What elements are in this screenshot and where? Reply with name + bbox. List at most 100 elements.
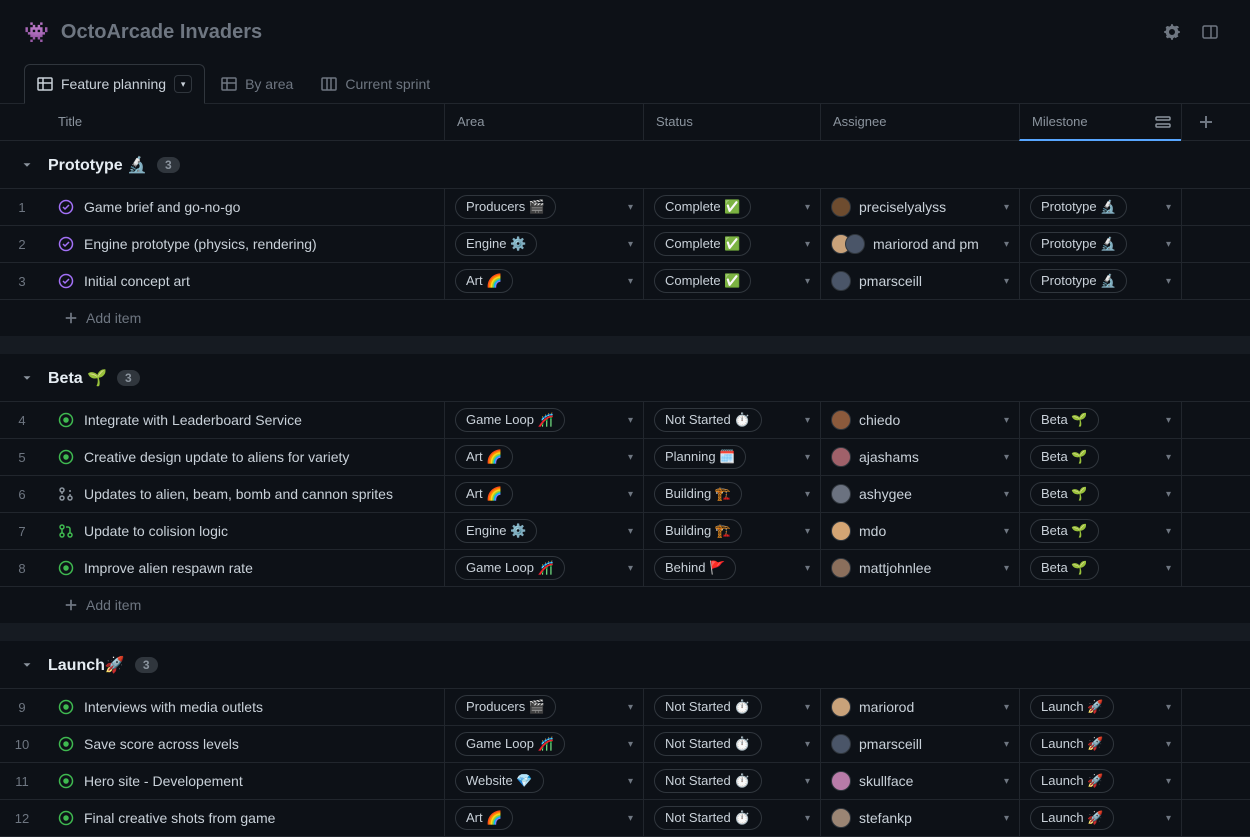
- assignee-cell[interactable]: ashygee ▾: [820, 476, 1019, 512]
- status-cell[interactable]: Not Started ⏱️ ▾: [643, 763, 820, 799]
- row-title-cell[interactable]: Initial concept art: [44, 263, 444, 299]
- table-row[interactable]: 11 Hero site - Developement Website 💎 ▾ …: [0, 762, 1250, 800]
- column-status[interactable]: Status: [643, 104, 820, 140]
- assignee-cell[interactable]: pmarsceill ▾: [820, 726, 1019, 762]
- milestone-cell[interactable]: Prototype 🔬 ▾: [1019, 189, 1181, 225]
- area-cell[interactable]: Engine ⚙️ ▾: [444, 513, 643, 549]
- add-column-button[interactable]: [1181, 104, 1229, 140]
- milestone-cell[interactable]: Launch 🚀 ▾: [1019, 726, 1181, 762]
- assignee-cell[interactable]: chiedo ▾: [820, 402, 1019, 438]
- row-title-cell[interactable]: Save score across levels: [44, 726, 444, 762]
- tab-by-area[interactable]: By area: [209, 64, 305, 103]
- area-cell[interactable]: Art 🌈 ▾: [444, 263, 643, 299]
- area-cell[interactable]: Engine ⚙️ ▾: [444, 226, 643, 262]
- milestone-cell[interactable]: Launch 🚀 ▾: [1019, 763, 1181, 799]
- table-row[interactable]: 5 Creative design update to aliens for v…: [0, 438, 1250, 476]
- tab-feature-planning[interactable]: Feature planning ▾: [24, 64, 205, 104]
- milestone-cell[interactable]: Beta 🌱 ▾: [1019, 550, 1181, 586]
- milestone-cell[interactable]: Prototype 🔬 ▾: [1019, 226, 1181, 262]
- assignee-cell[interactable]: mariorod ▾: [820, 689, 1019, 725]
- chevron-down-icon[interactable]: [20, 371, 38, 385]
- table-row[interactable]: 9 Interviews with media outlets Producer…: [0, 688, 1250, 726]
- table-row[interactable]: 4 Integrate with Leaderboard Service Gam…: [0, 401, 1250, 439]
- assignee-cell[interactable]: skullface ▾: [820, 763, 1019, 799]
- milestone-cell[interactable]: Launch 🚀 ▾: [1019, 689, 1181, 725]
- area-cell[interactable]: Producers 🎬 ▾: [444, 689, 643, 725]
- row-title-cell[interactable]: Final creative shots from game: [44, 800, 444, 836]
- area-cell[interactable]: Game Loop 🎢 ▾: [444, 402, 643, 438]
- row-title-cell[interactable]: Creative design update to aliens for var…: [44, 439, 444, 475]
- assignee-cell[interactable]: ajashams ▾: [820, 439, 1019, 475]
- chevron-down-icon[interactable]: [20, 158, 38, 172]
- settings-button[interactable]: [1156, 16, 1188, 48]
- row-title-cell[interactable]: Game brief and go-no-go: [44, 189, 444, 225]
- area-cell[interactable]: Game Loop 🎢 ▾: [444, 550, 643, 586]
- column-assignee[interactable]: Assignee: [820, 104, 1019, 140]
- milestone-cell[interactable]: Beta 🌱 ▾: [1019, 402, 1181, 438]
- area-pill: Engine ⚙️: [455, 519, 537, 543]
- panel-button[interactable]: [1194, 16, 1226, 48]
- assignee-cell[interactable]: mariorod and pm ▾: [820, 226, 1019, 262]
- row-title: Hero site - Developement: [84, 773, 243, 789]
- column-area[interactable]: Area: [444, 104, 643, 140]
- status-cell[interactable]: Behind 🚩 ▾: [643, 550, 820, 586]
- status-pill: Building 🏗️: [654, 482, 742, 506]
- area-cell[interactable]: Art 🌈 ▾: [444, 800, 643, 836]
- status-cell[interactable]: Not Started ⏱️ ▾: [643, 689, 820, 725]
- milestone-cell[interactable]: Prototype 🔬 ▾: [1019, 263, 1181, 299]
- board-icon: [321, 76, 337, 92]
- row-title-cell[interactable]: Hero site - Developement: [44, 763, 444, 799]
- extra-cell: [1181, 800, 1250, 836]
- caret-down-icon: ▾: [1166, 813, 1171, 824]
- milestone-cell[interactable]: Launch 🚀 ▾: [1019, 800, 1181, 836]
- table-row[interactable]: 3 Initial concept art Art 🌈 ▾ Complete ✅…: [0, 262, 1250, 300]
- status-cell[interactable]: Not Started ⏱️ ▾: [643, 726, 820, 762]
- table-row[interactable]: 2 Engine prototype (physics, rendering) …: [0, 225, 1250, 263]
- area-cell[interactable]: Art 🌈 ▾: [444, 476, 643, 512]
- tab-current-sprint[interactable]: Current sprint: [309, 64, 442, 103]
- caret-down-icon: ▾: [805, 563, 810, 574]
- table-row[interactable]: 7 Update to colision logic Engine ⚙️ ▾ B…: [0, 512, 1250, 550]
- area-cell[interactable]: Producers 🎬 ▾: [444, 189, 643, 225]
- chevron-down-icon[interactable]: [20, 658, 38, 672]
- row-title-cell[interactable]: Improve alien respawn rate: [44, 550, 444, 586]
- row-title-cell[interactable]: Engine prototype (physics, rendering): [44, 226, 444, 262]
- status-pill: Complete ✅: [654, 195, 751, 219]
- milestone-cell[interactable]: Beta 🌱 ▾: [1019, 476, 1181, 512]
- assignee-cell[interactable]: mattjohnlee ▾: [820, 550, 1019, 586]
- tab-dropdown[interactable]: ▾: [174, 75, 192, 93]
- table-row[interactable]: 8 Improve alien respawn rate Game Loop 🎢…: [0, 549, 1250, 587]
- milestone-cell[interactable]: Beta 🌱 ▾: [1019, 439, 1181, 475]
- status-cell[interactable]: Not Started ⏱️ ▾: [643, 800, 820, 836]
- table-row[interactable]: 6 Updates to alien, beam, bomb and canno…: [0, 475, 1250, 513]
- status-cell[interactable]: Building 🏗️ ▾: [643, 476, 820, 512]
- status-pill: Complete ✅: [654, 232, 751, 256]
- table-row[interactable]: 10 Save score across levels Game Loop 🎢 …: [0, 725, 1250, 763]
- assignee-cell[interactable]: mdo ▾: [820, 513, 1019, 549]
- add-item-button[interactable]: Add item: [0, 300, 1250, 336]
- assignee-cell[interactable]: preciselyalyss ▾: [820, 189, 1019, 225]
- status-cell[interactable]: Complete ✅ ▾: [643, 263, 820, 299]
- row-title-cell[interactable]: Update to colision logic: [44, 513, 444, 549]
- extra-cell: [1181, 226, 1250, 262]
- row-title-cell[interactable]: Updates to alien, beam, bomb and cannon …: [44, 476, 444, 512]
- row-title-cell[interactable]: Interviews with media outlets: [44, 689, 444, 725]
- status-cell[interactable]: Not Started ⏱️ ▾: [643, 402, 820, 438]
- table-row[interactable]: 1 Game brief and go-no-go Producers 🎬 ▾ …: [0, 188, 1250, 226]
- column-milestone[interactable]: Milestone: [1019, 104, 1181, 141]
- milestone-pill: Launch 🚀: [1030, 806, 1114, 830]
- add-item-button[interactable]: Add item: [0, 587, 1250, 623]
- area-cell[interactable]: Game Loop 🎢 ▾: [444, 726, 643, 762]
- area-cell[interactable]: Art 🌈 ▾: [444, 439, 643, 475]
- row-title-cell[interactable]: Integrate with Leaderboard Service: [44, 402, 444, 438]
- status-cell[interactable]: Planning 🗓️ ▾: [643, 439, 820, 475]
- status-cell[interactable]: Building 🏗️ ▾: [643, 513, 820, 549]
- milestone-cell[interactable]: Beta 🌱 ▾: [1019, 513, 1181, 549]
- status-cell[interactable]: Complete ✅ ▾: [643, 226, 820, 262]
- assignee-cell[interactable]: pmarsceill ▾: [820, 263, 1019, 299]
- column-title[interactable]: Title: [0, 104, 444, 140]
- status-cell[interactable]: Complete ✅ ▾: [643, 189, 820, 225]
- area-cell[interactable]: Website 💎 ▾: [444, 763, 643, 799]
- table-row[interactable]: 12 Final creative shots from game Art 🌈 …: [0, 799, 1250, 837]
- assignee-cell[interactable]: stefankp ▾: [820, 800, 1019, 836]
